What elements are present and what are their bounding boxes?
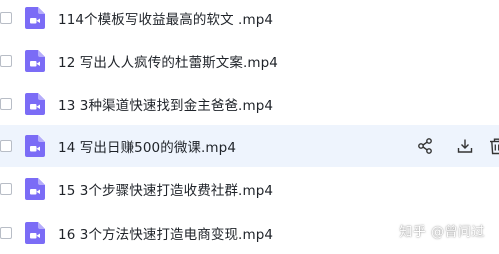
file-list: 114个模板写收益最高的软文 .mp4 12 写出人人疯传的杜蕾斯文案.mp4 … [0,0,499,254]
download-icon [457,139,473,153]
row-checkbox[interactable] [0,183,12,195]
delete-button[interactable] [488,137,499,155]
video-file-icon [25,178,45,200]
file-row[interactable]: 12 写出人人疯传的杜蕾斯文案.mp4 [0,40,499,82]
row-checkbox[interactable] [0,98,12,110]
video-file-icon [25,7,45,29]
file-name[interactable]: 16 3个方法快速打造电商变现.mp4 [58,223,273,243]
row-checkbox[interactable] [0,12,12,24]
file-name[interactable]: 12 写出人人疯传的杜蕾斯文案.mp4 [58,51,278,71]
file-row[interactable]: 13 3种渠道快速找到金主爸爸.mp4 [0,83,499,125]
video-file-icon [25,50,45,72]
file-name[interactable]: 13 3种渠道快速找到金主爸爸.mp4 [58,94,273,114]
file-row[interactable]: 15 3个步骤快速打造收费社群.mp4 [0,168,499,210]
file-row-hovered[interactable]: 14 写出日赚500的微课.mp4 [0,125,499,167]
row-checkbox[interactable] [0,55,12,67]
video-file-icon [25,135,45,157]
file-row[interactable]: 114个模板写收益最高的软文 .mp4 [0,0,499,39]
file-name[interactable]: 114个模板写收益最高的软文 .mp4 [58,8,273,28]
row-checkbox[interactable] [0,227,12,239]
share-icon [418,138,432,154]
video-file-icon [25,222,45,244]
download-button[interactable] [456,137,474,155]
video-file-icon [25,93,45,115]
delete-icon [490,138,499,154]
watermark: 知乎 @曾问过 [399,225,485,240]
share-button[interactable] [416,137,434,155]
file-name[interactable]: 14 写出日赚500的微课.mp4 [58,136,236,156]
file-name[interactable]: 15 3个步骤快速打造收费社群.mp4 [58,179,273,199]
row-checkbox[interactable] [0,140,12,152]
